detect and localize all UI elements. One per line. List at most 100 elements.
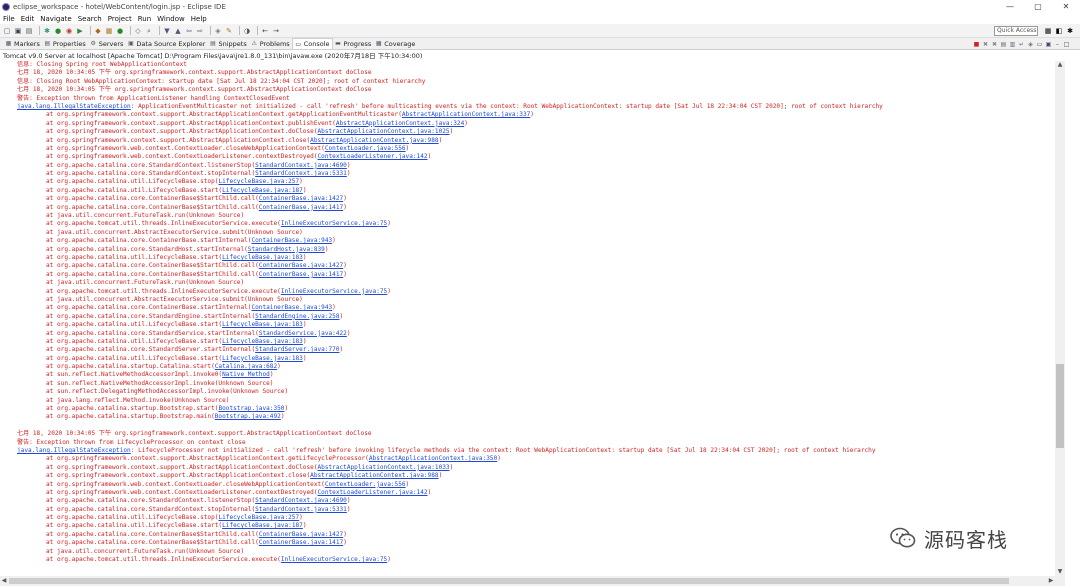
tab-properties[interactable]: ▤ Properties bbox=[42, 38, 88, 49]
source-link[interactable]: StandardContext.java:5331 bbox=[255, 506, 347, 513]
menu-run[interactable]: Run bbox=[135, 15, 154, 23]
source-link[interactable]: StandardContext.java:4690 bbox=[255, 162, 347, 169]
toggle-mark-icon[interactable]: ◑ bbox=[243, 27, 251, 35]
source-link[interactable]: InlineExecutorService.java:75 bbox=[281, 556, 387, 563]
scroll-down-icon[interactable]: ▼ bbox=[1055, 568, 1065, 576]
source-link[interactable]: LifecycleBase.java:257 bbox=[218, 514, 299, 521]
pin-icon[interactable]: ◈ bbox=[214, 27, 222, 35]
nav-back-icon[interactable]: ← bbox=[261, 27, 269, 35]
source-link[interactable]: AbstractApplicationContext.java:324 bbox=[336, 120, 464, 127]
scroll-left-icon[interactable]: ◀ bbox=[0, 576, 8, 586]
maximize-view-icon[interactable]: □ bbox=[1063, 41, 1070, 48]
source-link[interactable]: ContainerBase.java:943 bbox=[251, 304, 332, 311]
menu-window[interactable]: Window bbox=[154, 15, 188, 23]
new-icon[interactable]: ▢ bbox=[3, 27, 11, 35]
source-link[interactable]: StandardServer.java:770 bbox=[255, 346, 339, 353]
open-console-icon[interactable]: ▣ bbox=[1045, 41, 1052, 48]
source-link[interactable]: ContextLoader.java:556 bbox=[325, 481, 406, 488]
source-link[interactable]: LifecycleBase.java:183 bbox=[222, 338, 303, 345]
coverage-run-icon[interactable]: ◉ bbox=[65, 27, 73, 35]
source-link[interactable]: AbstractApplicationContext.java:988 bbox=[310, 137, 438, 144]
close-button[interactable]: ✕ bbox=[1052, 0, 1080, 13]
prev-annotation-icon[interactable]: ▲ bbox=[174, 27, 182, 35]
pin-console-icon[interactable]: ◈ bbox=[1027, 41, 1034, 48]
open-perspective-icon[interactable]: ▦ bbox=[1044, 27, 1052, 35]
source-link[interactable]: LifecycleBase.java:183 bbox=[222, 254, 303, 261]
source-link[interactable]: StandardContext.java:5331 bbox=[255, 170, 347, 177]
menu-help[interactable]: Help bbox=[188, 15, 210, 23]
new-class-icon[interactable]: ● bbox=[116, 27, 124, 35]
minimize-view-icon[interactable]: – bbox=[1054, 41, 1061, 48]
source-link[interactable]: StandardHost.java:839 bbox=[248, 246, 325, 253]
source-link[interactable]: LifecycleBase.java:257 bbox=[218, 178, 299, 185]
forward-icon[interactable]: ⇨ bbox=[196, 27, 204, 35]
source-link[interactable]: AbstractApplicationContext.java:337 bbox=[402, 111, 530, 118]
source-link[interactable]: ContainerBase.java:943 bbox=[251, 237, 332, 244]
source-link[interactable]: Catalina.java:682 bbox=[215, 363, 277, 370]
last-edit-icon[interactable]: ✎ bbox=[225, 27, 233, 35]
exception-link[interactable]: java.lang.IllegalStateException bbox=[17, 447, 131, 454]
source-link[interactable]: StandardEngine.java:258 bbox=[255, 313, 339, 320]
exception-link[interactable]: java.lang.IllegalStateException bbox=[17, 103, 131, 110]
source-link[interactable]: AbstractApplicationContext.java:350 bbox=[369, 455, 497, 462]
source-link[interactable]: AbstractApplicationContext.java:1033 bbox=[318, 464, 450, 471]
search-icon[interactable]: ⌕ bbox=[145, 27, 153, 35]
display-console-icon[interactable]: ▭ bbox=[1036, 41, 1043, 48]
tab-servers[interactable]: ⚙ Servers bbox=[88, 38, 126, 49]
source-link[interactable]: ContainerBase.java:1427 bbox=[259, 531, 343, 538]
scroll-up-icon[interactable]: ▲ bbox=[1055, 61, 1065, 69]
tab-data-source-explorer[interactable]: ▣ Data Source Explorer bbox=[125, 38, 207, 49]
source-link[interactable]: Native Method bbox=[222, 371, 270, 378]
debug-icon[interactable]: ✱ bbox=[43, 27, 51, 35]
vertical-scrollbar[interactable]: ▲ ▼ bbox=[1055, 61, 1065, 576]
console-output[interactable]: 信息: Closing Spring root WebApplicationCo… bbox=[0, 61, 1055, 576]
source-link[interactable]: AbstractApplicationContext.java:1025 bbox=[318, 128, 450, 135]
terminate-icon[interactable]: ■ bbox=[973, 41, 980, 48]
run-icon[interactable]: ● bbox=[54, 27, 62, 35]
source-link[interactable]: InlineExecutorService.java:75 bbox=[281, 288, 387, 295]
scroll-right-icon[interactable]: ▶ bbox=[1047, 576, 1055, 586]
source-link[interactable]: ContainerBase.java:1417 bbox=[259, 271, 343, 278]
source-link[interactable]: ContextLoaderListener.java:142 bbox=[318, 153, 428, 160]
source-link[interactable]: AbstractApplicationContext.java:988 bbox=[310, 472, 438, 479]
tab-snippets[interactable]: ▤ Snippets bbox=[207, 38, 248, 49]
scroll-lock-icon[interactable]: ▥ bbox=[1009, 41, 1016, 48]
minimize-button[interactable]: — bbox=[996, 0, 1024, 13]
source-link[interactable]: ContainerBase.java:1427 bbox=[259, 195, 343, 202]
source-link[interactable]: ContainerBase.java:1417 bbox=[259, 204, 343, 211]
source-link[interactable]: Bootstrap.java:350 bbox=[218, 405, 284, 412]
quick-access-field[interactable]: Quick Access bbox=[994, 26, 1038, 36]
print-icon[interactable]: ▤ bbox=[25, 27, 33, 35]
source-link[interactable]: StandardService.java:422 bbox=[259, 330, 347, 337]
word-wrap-icon[interactable]: ↵ bbox=[1018, 41, 1025, 48]
source-link[interactable]: ContainerBase.java:1427 bbox=[259, 262, 343, 269]
menu-file[interactable]: File bbox=[0, 15, 18, 23]
menu-project[interactable]: Project bbox=[105, 15, 135, 23]
source-link[interactable]: ContextLoaderListener.java:142 bbox=[318, 489, 428, 496]
source-link[interactable]: ContainerBase.java:1417 bbox=[259, 539, 343, 546]
horizontal-scrollbar[interactable]: ◀ ▶ bbox=[0, 576, 1055, 586]
maximize-button[interactable]: ▢ bbox=[1024, 0, 1052, 13]
source-link[interactable]: Bootstrap.java:492 bbox=[215, 413, 281, 420]
tab-problems[interactable]: ⚠ Problems bbox=[249, 38, 292, 49]
source-link[interactable]: LifecycleBase.java:183 bbox=[222, 321, 303, 328]
source-link[interactable]: ContextLoader.java:556 bbox=[325, 145, 406, 152]
menu-navigate[interactable]: Navigate bbox=[37, 15, 74, 23]
source-link[interactable]: LifecycleBase.java:187 bbox=[222, 187, 303, 194]
menu-search[interactable]: Search bbox=[75, 15, 105, 23]
debug-perspective-icon[interactable]: ✱ bbox=[1066, 27, 1074, 35]
source-link[interactable]: InlineExecutorService.java:75 bbox=[281, 220, 387, 227]
source-link[interactable]: StandardContext.java:4690 bbox=[255, 497, 347, 504]
nav-forward-icon[interactable]: → bbox=[272, 27, 280, 35]
horizontal-scroll-thumb[interactable] bbox=[9, 578, 1009, 584]
menu-edit[interactable]: Edit bbox=[18, 15, 38, 23]
tab-console[interactable]: ▭ Console bbox=[291, 38, 333, 49]
tab-markers[interactable]: ▦ Markers bbox=[3, 38, 42, 49]
java-ee-perspective-icon[interactable]: ◧ bbox=[1055, 27, 1063, 35]
source-link[interactable]: LifecycleBase.java:183 bbox=[222, 355, 303, 362]
back-icon[interactable]: ⇦ bbox=[185, 27, 193, 35]
tab-progress[interactable]: ▬ Progress bbox=[333, 38, 374, 49]
open-type-icon[interactable]: ◇ bbox=[134, 27, 142, 35]
external-tools-icon[interactable]: ▶ bbox=[76, 27, 84, 35]
remove-all-icon[interactable]: ✖ bbox=[991, 41, 998, 48]
